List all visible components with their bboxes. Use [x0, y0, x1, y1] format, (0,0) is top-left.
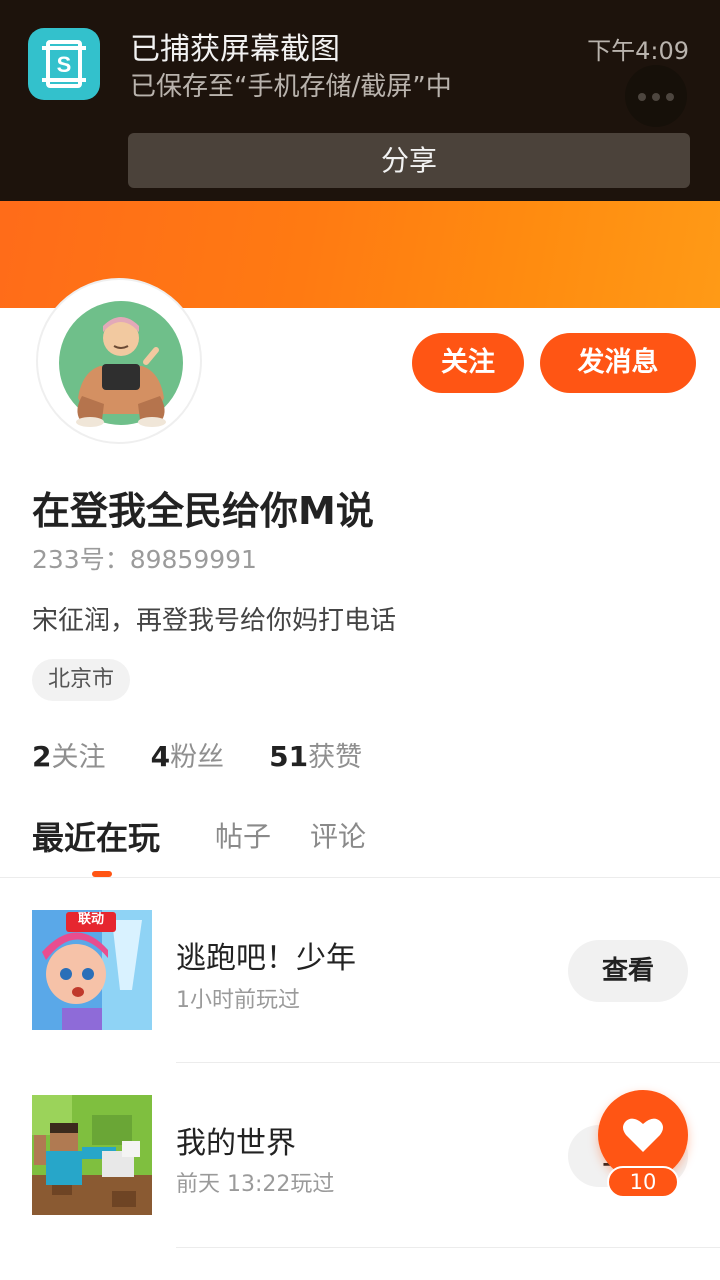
game-last-played: 前天 13:22玩过 [176, 1172, 335, 1197]
heart-icon [623, 1118, 663, 1152]
profile-stats: 2关注 4粉丝 51获赞 [32, 735, 402, 774]
screenshot-app-icon: S [28, 28, 100, 100]
tab-comments[interactable]: 评论 [310, 815, 366, 855]
avatar[interactable] [36, 278, 202, 444]
notification-title: 已捕获屏幕截图 [130, 32, 340, 67]
follow-button[interactable]: 关注 [412, 333, 524, 393]
game-title[interactable]: 我的世界 [176, 1118, 296, 1162]
send-message-button[interactable]: 发消息 [540, 333, 696, 393]
stat-fans[interactable]: 4粉丝 [151, 735, 224, 774]
more-options-icon[interactable] [625, 65, 687, 127]
stat-likes-count: 51 [269, 740, 309, 773]
game-thumbnail-minecraft[interactable] [32, 1095, 152, 1215]
like-count-badge: 10 [607, 1166, 679, 1198]
stat-likes-label: 获赞 [308, 742, 363, 773]
stat-following-label: 关注 [51, 742, 106, 773]
row-divider [176, 1062, 720, 1063]
username: 在登我全民给你M说 [32, 489, 374, 533]
location-tag: 北京市 [32, 659, 131, 701]
notification-subtitle: 已保存至“手机存储/截屏”中 [130, 72, 452, 102]
tab-posts[interactable]: 帖子 [215, 815, 271, 855]
user-bio: 宋征润，再登我号给你妈打电话 [32, 606, 397, 636]
game-last-played: 1小时前玩过 [176, 988, 300, 1013]
stat-fans-label: 粉丝 [170, 742, 225, 773]
notification-time: 下午4:09 [587, 37, 689, 65]
user-id: 233号：89859991 [32, 545, 257, 574]
view-game-button[interactable]: 查看 [568, 940, 688, 1002]
row-divider [176, 1247, 720, 1248]
game-title[interactable]: 逃跑吧！少年 [176, 933, 356, 977]
stat-likes[interactable]: 51获赞 [269, 735, 362, 774]
stat-following-count: 2 [32, 740, 52, 773]
svg-text:S: S [57, 52, 72, 77]
tab-recently-played[interactable]: 最近在玩 [32, 813, 160, 859]
stat-following[interactable]: 2关注 [32, 735, 105, 774]
tab-divider [0, 877, 720, 878]
screenshot-notification[interactable]: S 已捕获屏幕截图 已保存至“手机存储/截屏”中 下午4:09 分享 [0, 0, 720, 201]
game-badge: 联动 [77, 912, 104, 927]
stat-fans-count: 4 [150, 740, 171, 773]
share-button[interactable]: 分享 [128, 133, 690, 188]
